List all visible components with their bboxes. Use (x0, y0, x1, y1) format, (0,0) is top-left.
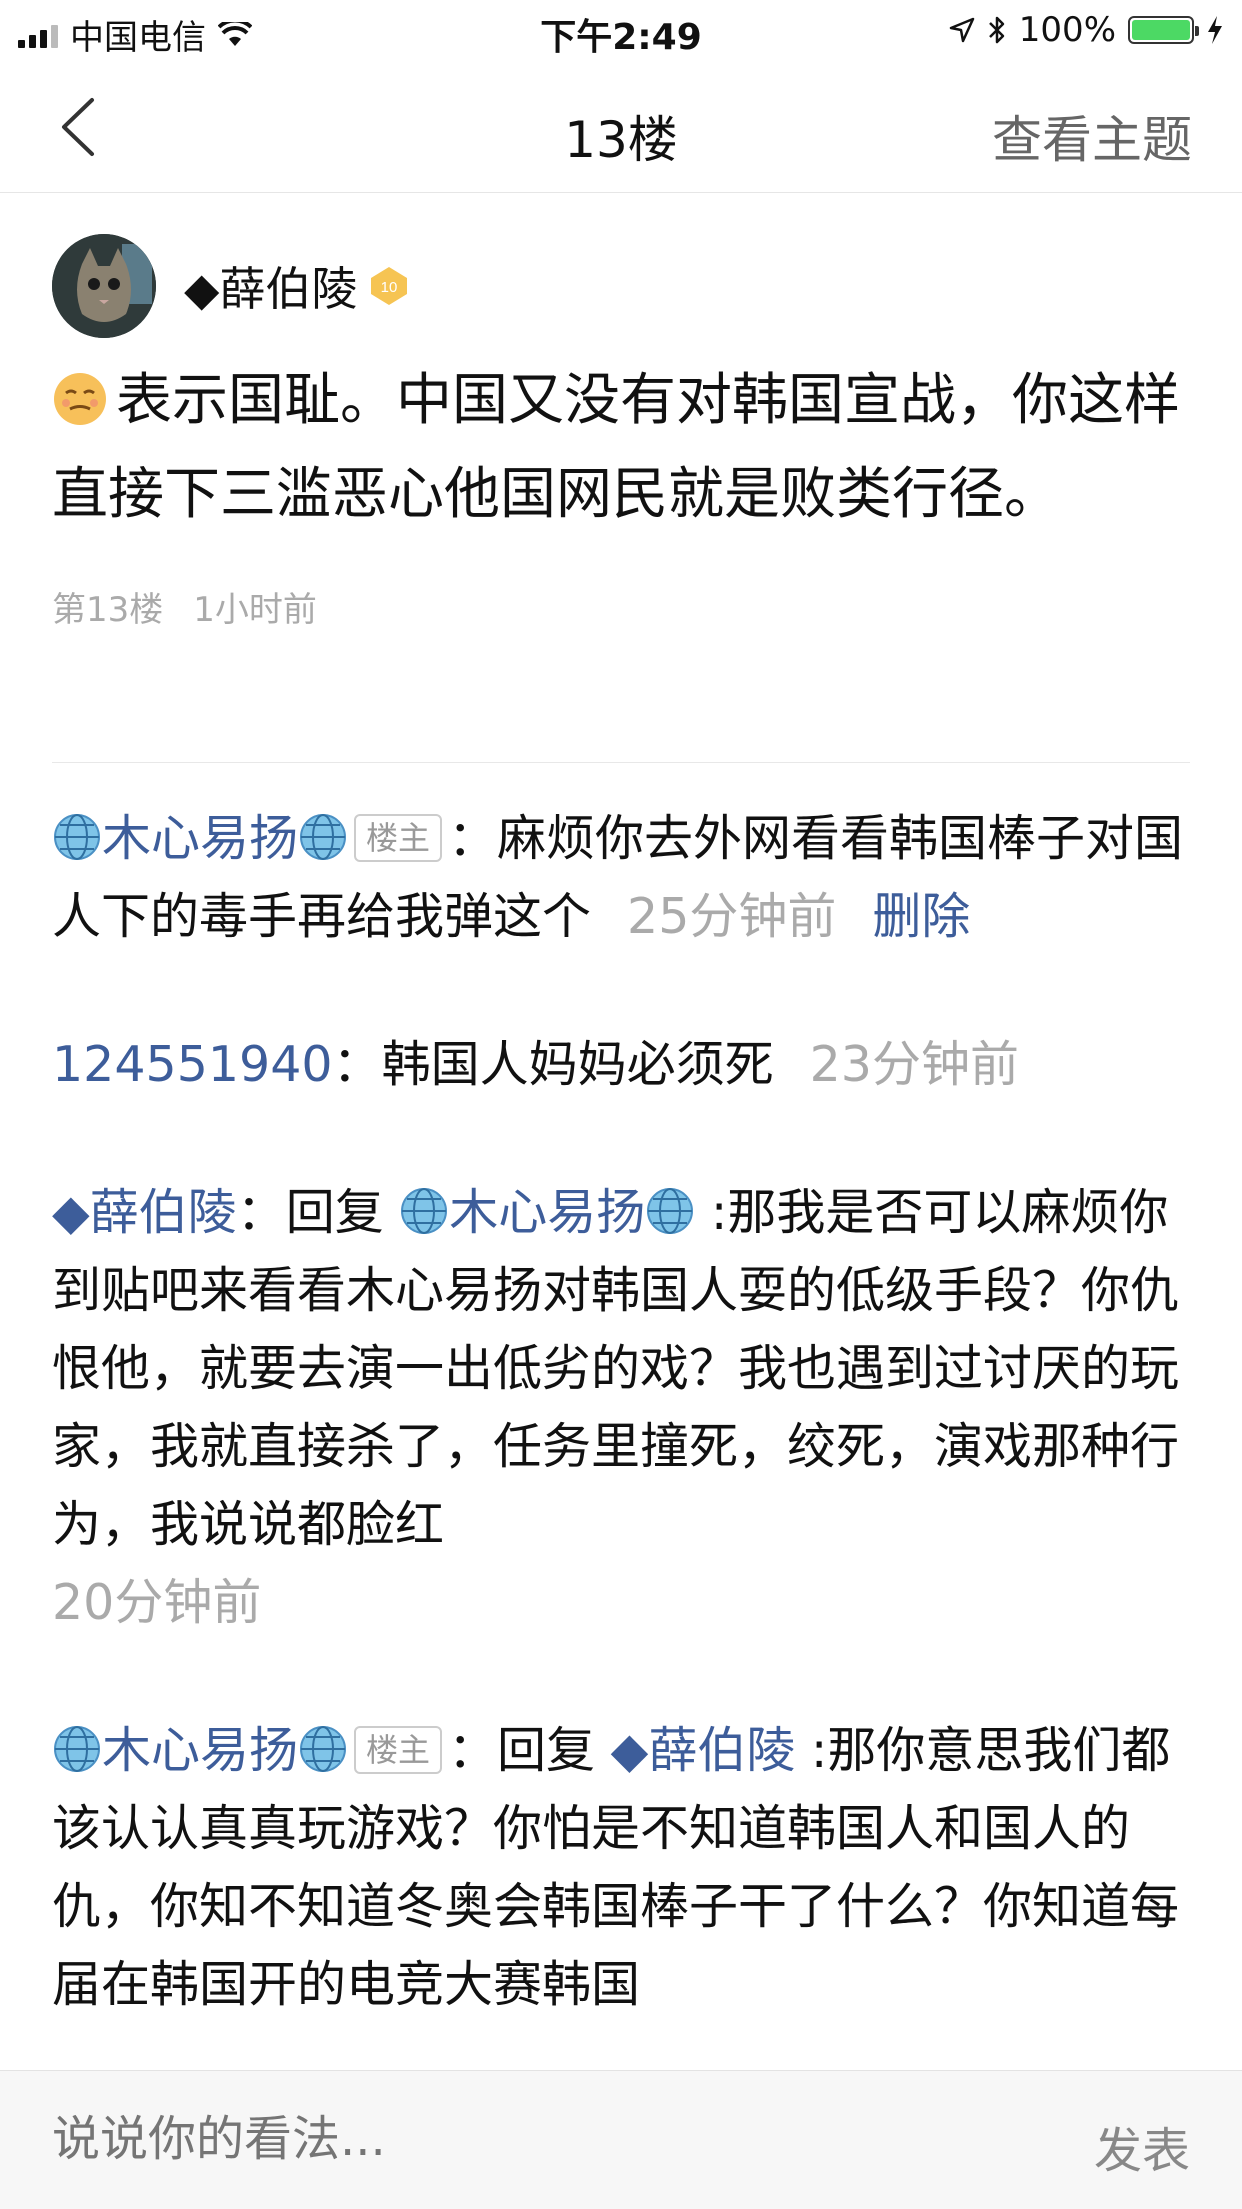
globe-icon (300, 814, 347, 860)
post-author-row: ◆薛伯陵 10 (52, 232, 1190, 340)
view-topic-button[interactable]: 查看主题 (992, 100, 1192, 172)
comment-item: 124551940：韩国人妈妈必须死 23分钟前 (52, 1036, 1019, 1093)
reply-target-username[interactable]: ◆薛伯陵 (611, 1722, 796, 1779)
charging-icon (1208, 16, 1222, 44)
bluetooth-icon (988, 16, 1005, 44)
reply-target-username[interactable]: 木心易扬 (449, 1184, 645, 1241)
level-badge-icon: 10 (371, 267, 408, 305)
comment-time: 20分钟前 (52, 1574, 262, 1631)
status-right: 100% (949, 10, 1224, 50)
globe-icon (54, 814, 100, 860)
reply-word: 回复 (285, 1184, 384, 1241)
comment-username[interactable]: 木心易扬 (102, 1722, 298, 1779)
comment-username[interactable]: ◆薛伯陵 (52, 1184, 237, 1241)
globe-icon (401, 1188, 448, 1234)
nav-bar: 13楼 查看主题 (0, 62, 1242, 193)
emoji-face-icon (54, 373, 106, 425)
comment-username[interactable]: 木心易扬 (102, 810, 298, 867)
post-content: 表示国耻。中国又没有对韩国宣战，你这样直接下三滥恶心他国网民就是败类行径。 (52, 354, 1190, 542)
avatar[interactable] (52, 234, 156, 338)
floor-post: ◆薛伯陵 10 表示国耻。中国又没有对韩国宣战，你这样直接下三滥恶心他国网民就是… (52, 232, 1190, 631)
comment-text: 韩国人妈妈必须死 (381, 1036, 774, 1093)
level-number: 10 (381, 279, 398, 296)
comment-item: 木心易扬 楼主 ：麻烦你去外网看看韩国棒子对国人下的毒手再给我弹这个 25分钟前 删除 (52, 810, 1184, 945)
comment-input-bar: 发表 (0, 2070, 1242, 2209)
comment-input[interactable] (52, 2111, 952, 2167)
location-icon (949, 17, 975, 43)
comment-item: 木心易扬 楼主 ：回复 ◆薛伯陵 :那你意思我们都该认认真真玩游戏？你怕是不知道韩国… (52, 1722, 1180, 2013)
post-text: 表示国耻。中国又没有对韩国宣战，你这样直接下三滥恶心他国网民就是败类行径。 (52, 368, 1180, 527)
battery-percent: 100% (1018, 10, 1116, 50)
post-time: 1小时前 (193, 590, 317, 630)
divider (52, 762, 1190, 763)
comment-time: 23分钟前 (809, 1036, 1019, 1093)
status-bar: 中国电信 下午2:49 100% (0, 0, 1242, 62)
post-meta: 第13楼 1小时前 (52, 582, 1190, 631)
op-tag: 楼主 (354, 814, 443, 862)
comment-time: 25分钟前 (627, 888, 837, 945)
battery-icon (1128, 16, 1199, 44)
globe-icon (54, 1726, 100, 1772)
comment-list: 木心易扬 楼主 ：麻烦你去外网看看韩国棒子对国人下的毒手再给我弹这个 25分钟前 删除 … (52, 800, 1190, 2070)
op-tag: 楼主 (354, 1726, 443, 1774)
delete-button[interactable]: 删除 (872, 888, 970, 945)
comment-item: ◆薛伯陵：回复 木心易扬 :那我是否可以麻烦你到贴吧来看看木心易扬对韩国人耍的低… (52, 1184, 1180, 1631)
globe-icon (300, 1726, 347, 1772)
globe-icon (647, 1188, 694, 1234)
send-button[interactable]: 发表 (1094, 2111, 1190, 2181)
floor-number: 第13楼 (52, 590, 164, 630)
reply-word: 回复 (497, 1722, 596, 1779)
post-author-name[interactable]: ◆薛伯陵 (184, 253, 357, 319)
comment-username[interactable]: 124551940 (52, 1036, 333, 1093)
